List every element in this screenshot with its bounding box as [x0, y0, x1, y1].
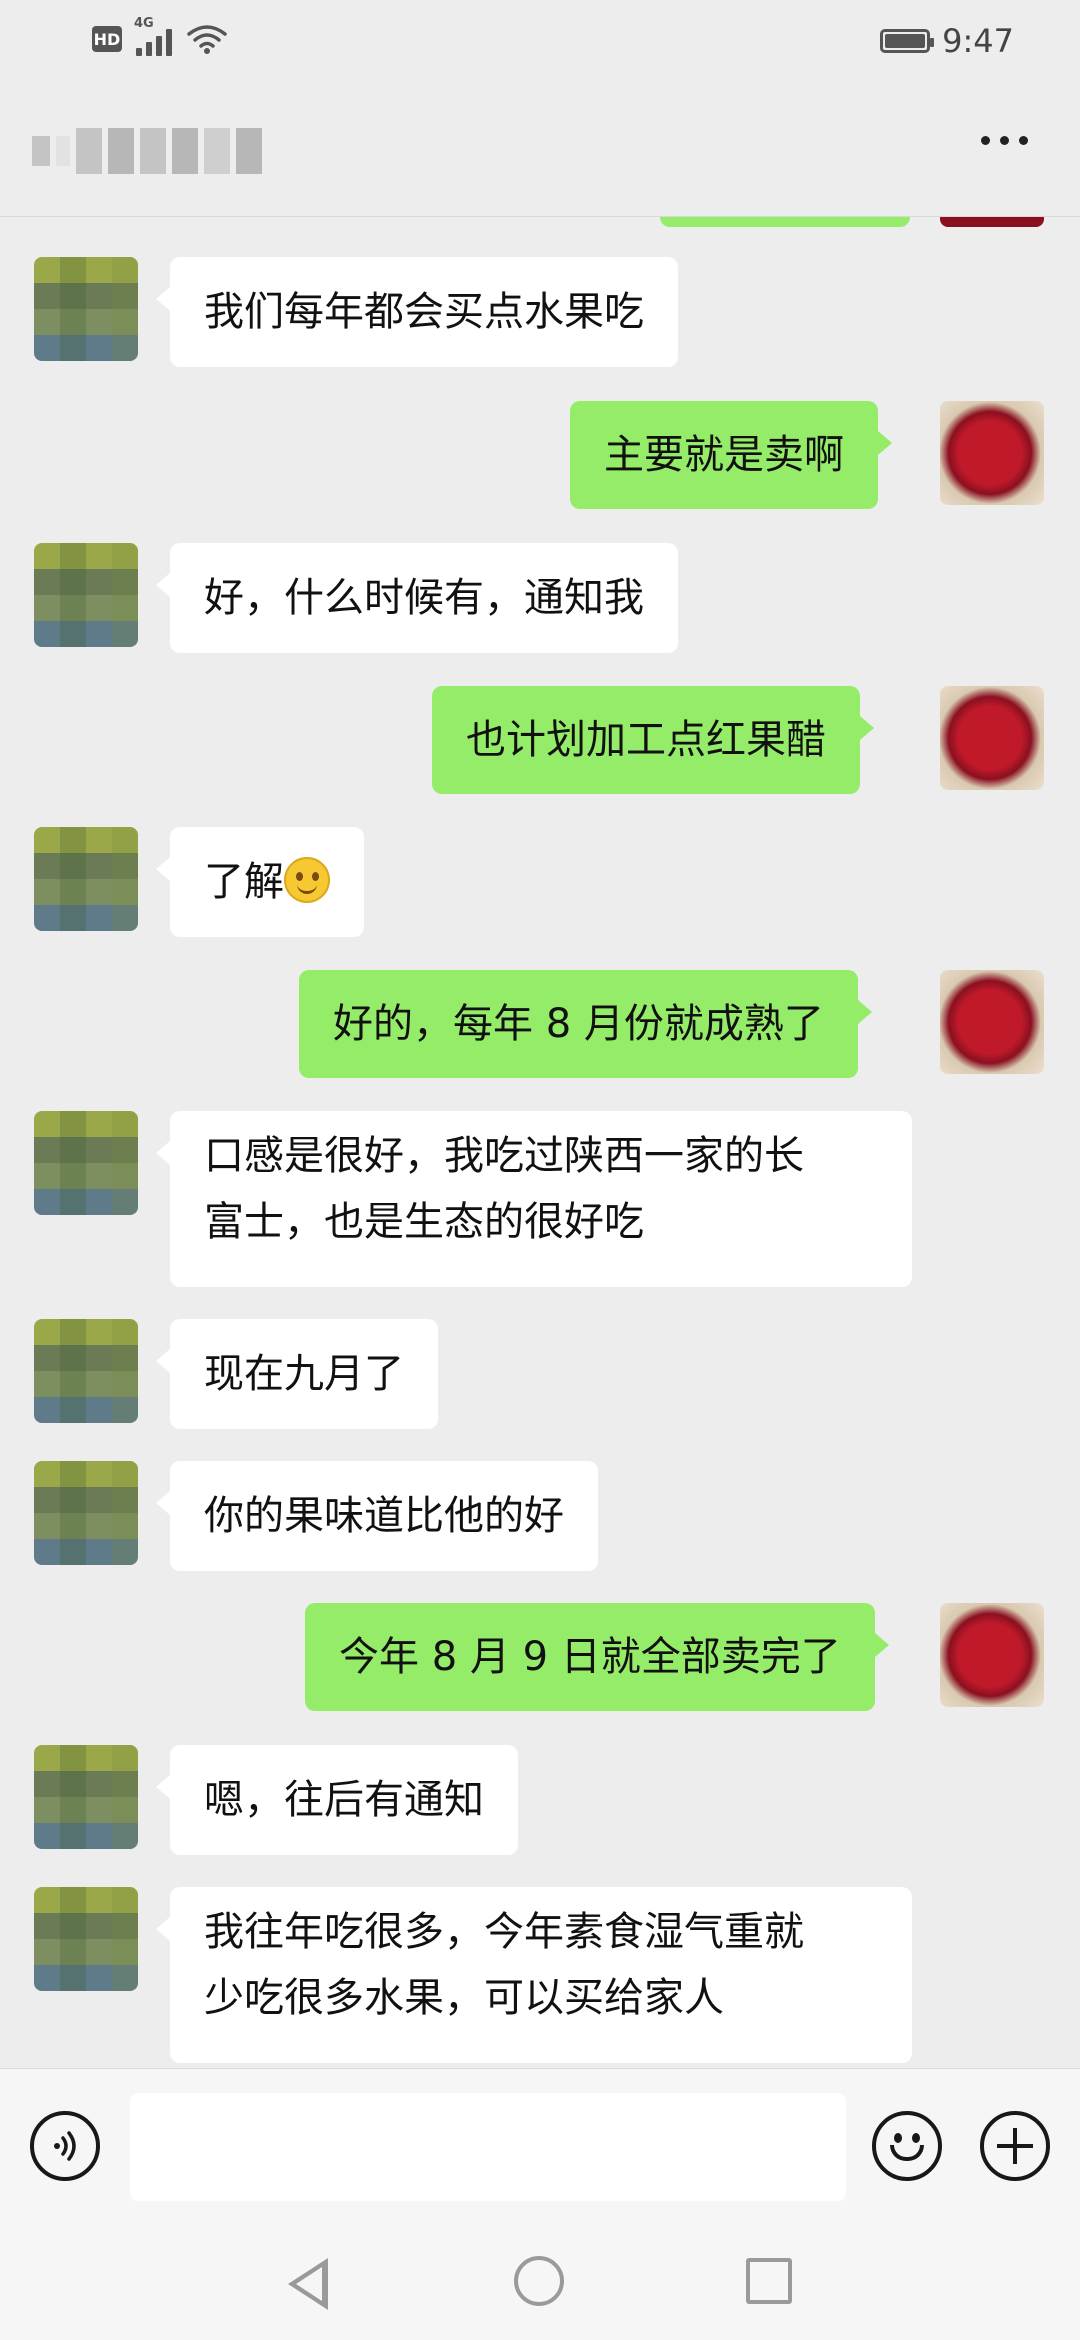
- network-type: 4G: [134, 16, 154, 31]
- message-list[interactable]: 我们每年都会买点水果吃 主要就是卖啊 好，什么时候有，通知我 也计划加工点红果醋…: [0, 217, 1080, 2067]
- status-left: HD 4G: [92, 16, 228, 56]
- voice-glyph: [54, 2131, 76, 2161]
- avatar[interactable]: [940, 401, 1044, 505]
- message-bubble-partial: [660, 217, 910, 227]
- battery-icon: [880, 29, 935, 53]
- message-input[interactable]: [130, 2093, 846, 2201]
- avatar[interactable]: [34, 827, 138, 931]
- avatar[interactable]: [940, 686, 1044, 790]
- message-bubble[interactable]: 了解: [156, 827, 364, 937]
- message-bubble[interactable]: 你的果味道比他的好: [156, 1461, 598, 1571]
- message-bubble[interactable]: 好，什么时候有，通知我: [156, 543, 678, 653]
- avatar[interactable]: [34, 257, 138, 361]
- message-text: 了解: [204, 859, 284, 905]
- avatar[interactable]: [34, 1111, 138, 1215]
- message-line: 富士，也是生态的很好吃: [204, 1199, 644, 1245]
- message-bubble[interactable]: 也计划加工点红果醋: [432, 686, 874, 794]
- message-bubble[interactable]: 口感是很好，我吃过陕西一家的长 富士，也是生态的很好吃: [156, 1111, 912, 1287]
- status-right: 9:47: [880, 22, 1014, 60]
- message-bubble[interactable]: 好的，每年 8 月份就成熟了: [299, 970, 872, 1078]
- input-bar: [0, 2068, 1080, 2229]
- message-bubble[interactable]: 我往年吃很多，今年素食湿气重就 少吃很多水果，可以买给家人: [156, 1887, 912, 2063]
- status-bar: HD 4G 9:47: [0, 0, 1080, 84]
- wifi-icon: [187, 25, 227, 54]
- back-icon[interactable]: [288, 2258, 328, 2310]
- hd-badge: HD: [92, 26, 122, 52]
- emoji-icon[interactable]: [872, 2111, 942, 2181]
- signal-icon: 4G: [134, 16, 172, 56]
- chat-header: [0, 84, 1080, 217]
- message-line: 我往年吃很多，今年素食湿气重就: [204, 1909, 804, 1955]
- message-bubble[interactable]: 我们每年都会买点水果吃: [156, 257, 678, 367]
- avatar[interactable]: [940, 1603, 1044, 1707]
- message-line: 少吃很多水果，可以买给家人: [204, 1975, 724, 2021]
- avatar[interactable]: [34, 1887, 138, 1991]
- message-bubble[interactable]: 主要就是卖啊: [570, 401, 892, 509]
- avatar[interactable]: [940, 970, 1044, 1074]
- message-bubble[interactable]: 现在九月了: [156, 1319, 438, 1429]
- recents-icon[interactable]: [746, 2258, 792, 2304]
- message-bubble[interactable]: 今年 8 月 9 日就全部卖完了: [305, 1603, 889, 1711]
- smile-glyph: [876, 2115, 938, 2177]
- more-icon[interactable]: [981, 136, 1028, 145]
- avatar[interactable]: [34, 1319, 138, 1423]
- home-icon[interactable]: [514, 2256, 564, 2306]
- avatar[interactable]: [34, 1461, 138, 1565]
- status-time: 9:47: [942, 22, 1014, 60]
- navigation-bar: [0, 2228, 1080, 2340]
- avatar[interactable]: [34, 1745, 138, 1849]
- avatar[interactable]: [34, 543, 138, 647]
- message-line: 口感是很好，我吃过陕西一家的长: [204, 1133, 804, 1179]
- contact-name-blurred[interactable]: [32, 128, 268, 174]
- plus-icon[interactable]: [980, 2111, 1050, 2181]
- avatar-partial: [940, 217, 1044, 227]
- smiling-face-emoji: [284, 857, 330, 903]
- voice-icon[interactable]: [30, 2111, 100, 2181]
- message-bubble[interactable]: 嗯，往后有通知: [156, 1745, 518, 1855]
